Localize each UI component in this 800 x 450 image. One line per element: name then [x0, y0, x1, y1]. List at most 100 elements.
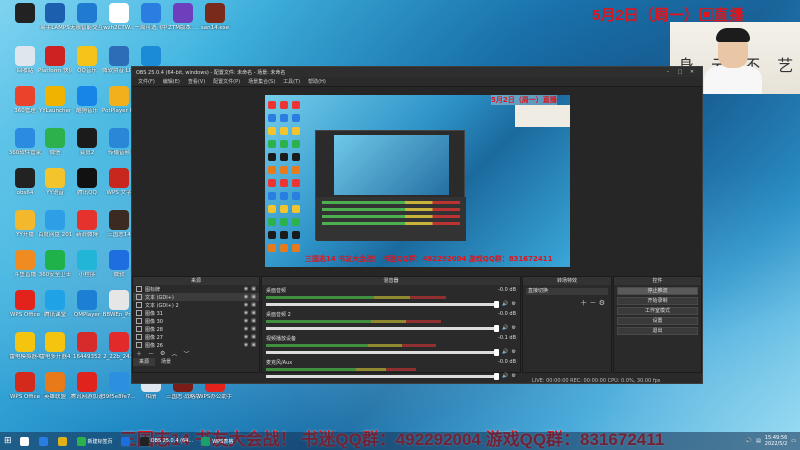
desktop-icon[interactable]: wzh2CTW...: [102, 3, 136, 31]
desktop-icon[interactable]: Platform 快捷方式: [38, 46, 72, 74]
taskbar-app[interactable]: [117, 432, 136, 450]
source-item[interactable]: 文本 (GDI+) 2 ◉ ▣: [133, 301, 259, 309]
desktop-icon[interactable]: 360安全卫士: [38, 250, 72, 278]
taskbar-app[interactable]: [16, 432, 35, 450]
lock-icon[interactable]: ▣: [251, 326, 256, 332]
source-item[interactable]: 图像 31 ◉ ▣: [133, 309, 259, 317]
eye-icon[interactable]: ◉: [244, 342, 248, 348]
control-button[interactable]: 设置: [617, 317, 698, 325]
source-item[interactable]: 图像 28 ◉ ▣: [133, 325, 259, 333]
desktop-icon[interactable]: 360管理: [8, 86, 42, 114]
desktop-icon[interactable]: 微信: [38, 128, 72, 156]
gear-icon[interactable]: ⚙: [512, 325, 516, 331]
speaker-icon[interactable]: 🔊: [502, 301, 508, 307]
desktop-icon[interactable]: QMPlayer: [70, 290, 104, 318]
remove-icon[interactable]: －: [589, 299, 596, 307]
speaker-icon[interactable]: 🔊: [502, 373, 508, 379]
volume-slider[interactable]: [266, 348, 500, 356]
desktop-icon[interactable]: 酷狗音乐: [70, 86, 104, 114]
desktop-icon[interactable]: 斗鱼直播: [8, 250, 42, 278]
desktop-icon[interactable]: 腾讯课堂: [38, 290, 72, 318]
transition-select[interactable]: 直接切换: [526, 288, 608, 295]
eye-icon[interactable]: ◉: [244, 326, 248, 332]
source-item[interactable]: 图标牌 ◉ ▣: [133, 285, 259, 293]
menu-item[interactable]: 文件(F): [134, 78, 159, 85]
obs-titlebar[interactable]: OBS 25.0.4 (64-bit, windows) - 配置文件: 未命名…: [132, 67, 702, 77]
desktop-icon[interactable]: 16449352: [70, 332, 104, 360]
control-button[interactable]: 工作室模式: [617, 307, 698, 315]
menu-item[interactable]: 编辑(E): [159, 78, 184, 85]
source-item[interactable]: 文本 (GDI+) ◉ ▣: [133, 293, 259, 301]
speaker-icon[interactable]: 🔊: [502, 325, 508, 331]
lock-icon[interactable]: ▣: [251, 310, 256, 316]
desktop-icon[interactable]: 无限智能交互 wTAC...: [70, 3, 104, 31]
taskbar-app[interactable]: [54, 432, 73, 450]
desktop-icon[interactable]: 雷电模拟器4: [8, 332, 42, 360]
volume-slider[interactable]: [266, 324, 500, 332]
add-icon[interactable]: ＋: [136, 349, 142, 358]
source-item[interactable]: 图像 30 ◉ ▣: [133, 317, 259, 325]
desktop-icon[interactable]: [8, 3, 42, 25]
menu-item[interactable]: 查看(V): [184, 78, 209, 85]
dock-tab[interactable]: 场景: [155, 358, 178, 366]
volume-slider[interactable]: [266, 372, 500, 380]
taskbar-app[interactable]: 新建标签页: [73, 432, 117, 450]
chevron-up-icon[interactable]: ︿: [171, 349, 177, 358]
lock-icon[interactable]: ▣: [251, 286, 256, 292]
desktop-icon[interactable]: WPS Office: [8, 290, 42, 318]
lock-icon[interactable]: ▣: [251, 342, 256, 348]
control-button[interactable]: 停止推流: [617, 287, 698, 295]
volume-slider[interactable]: [266, 300, 500, 308]
eye-icon[interactable]: ◉: [244, 310, 248, 316]
desktop-icon[interactable]: 新浪微博: [70, 210, 104, 238]
chevron-down-icon[interactable]: ﹀: [183, 349, 189, 358]
desktop-icon[interactable]: 腾讯QQ: [70, 168, 104, 196]
desktop-icon[interactable]: 一周可选飞中: [134, 3, 168, 31]
menu-item[interactable]: 帮助(H): [304, 78, 330, 85]
slider-knob[interactable]: [494, 324, 500, 332]
maximize-icon[interactable]: □: [674, 69, 686, 75]
add-icon[interactable]: ＋: [580, 299, 587, 307]
desktop-icon[interactable]: obs64: [8, 168, 42, 196]
eye-icon[interactable]: ◉: [244, 286, 248, 292]
source-item[interactable]: 图像 26 ◉ ▣: [133, 341, 259, 349]
remove-icon[interactable]: －: [148, 349, 154, 358]
control-button[interactable]: 退出: [617, 327, 698, 335]
desktop-icon[interactable]: san14.exe: [198, 3, 232, 31]
taskbar-clock[interactable]: 15:49:56 2022/5/2: [765, 435, 787, 447]
desktop-icon[interactable]: 回收站: [8, 46, 42, 74]
desktop-icon[interactable]: YY语音: [38, 168, 72, 196]
desktop-icon[interactable]: 腾讯网游加速: [70, 372, 104, 400]
start-button[interactable]: ⊞: [0, 432, 16, 450]
desktop-icon[interactable]: ZTM版本 ...: [166, 3, 200, 31]
network-icon[interactable]: ▤: [756, 438, 761, 444]
taskbar-app[interactable]: WPS表格: [197, 432, 237, 450]
taskbar-app[interactable]: [35, 432, 54, 450]
desktop-icon[interactable]: QQ音乐: [70, 46, 104, 74]
control-button[interactable]: 开始录制: [617, 297, 698, 305]
lock-icon[interactable]: ▣: [251, 318, 256, 324]
menu-item[interactable]: 场景集合(S): [244, 78, 279, 85]
volume-icon[interactable]: 🔊: [746, 438, 752, 444]
notification-icon[interactable]: ▭: [791, 438, 796, 444]
desktop-icon[interactable]: 英雄联盟: [38, 372, 72, 400]
lock-icon[interactable]: ▣: [251, 334, 256, 340]
eye-icon[interactable]: ◉: [244, 302, 248, 308]
desktop-icon[interactable]: 百度网盘 2019.1.2: [38, 210, 72, 238]
slider-knob[interactable]: [494, 300, 500, 308]
lock-icon[interactable]: ▣: [251, 294, 256, 300]
gear-icon[interactable]: ⚙: [512, 349, 516, 355]
gear-icon[interactable]: ⚙: [512, 301, 516, 307]
desktop-icon[interactable]: 小程序: [70, 250, 104, 278]
menu-item[interactable]: 配置文件(P): [209, 78, 244, 85]
menu-item[interactable]: 工具(T): [279, 78, 304, 85]
eye-icon[interactable]: ◉: [244, 294, 248, 300]
obs-window[interactable]: OBS 25.0.4 (64-bit, windows) - 配置文件: 未命名…: [131, 66, 703, 384]
eye-icon[interactable]: ◉: [244, 318, 248, 324]
gear-icon[interactable]: ⚙: [512, 373, 516, 379]
desktop-icon[interactable]: 360软件管家: [8, 128, 42, 156]
lock-icon[interactable]: ▣: [251, 302, 256, 308]
desktop-icon[interactable]: WPS Office: [8, 372, 42, 400]
desktop-icon[interactable]: 易手LAMPS: [38, 3, 72, 31]
eye-icon[interactable]: ◉: [244, 334, 248, 340]
